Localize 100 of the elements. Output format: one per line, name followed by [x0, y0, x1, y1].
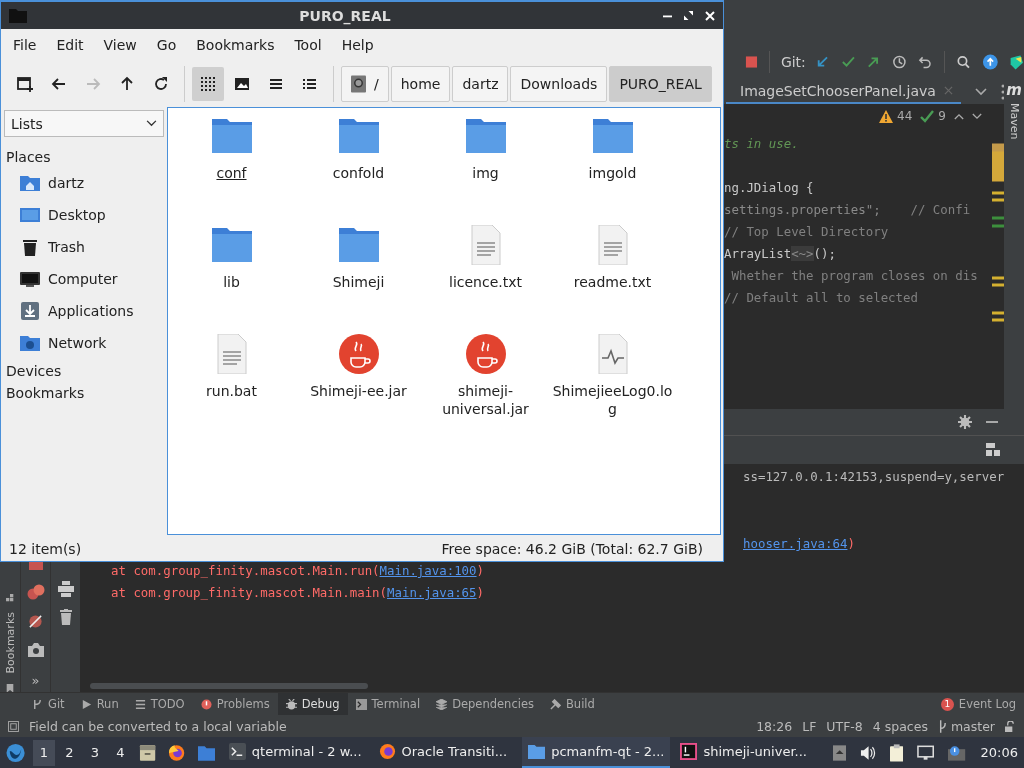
restore-icon[interactable] [684, 11, 693, 20]
place-item[interactable]: dartz [4, 167, 164, 199]
path-button[interactable]: PURO_REAL [609, 66, 712, 102]
code-line: // Default all to selected [724, 289, 918, 308]
stop-icon[interactable] [745, 54, 758, 69]
status-message: Field can be converted to a local variable [29, 718, 287, 734]
history-icon[interactable] [892, 53, 907, 70]
browser-icon[interactable] [168, 743, 186, 762]
folder-entry[interactable]: lib [168, 225, 295, 334]
folder-icon[interactable] [197, 744, 215, 761]
reload-icon [153, 76, 169, 92]
status-item[interactable]: UTF-8 [826, 718, 863, 734]
alert-icon [200, 698, 212, 710]
mute-breakpoints-icon[interactable] [28, 614, 43, 630]
plugin-logo-icon[interactable] [1009, 52, 1024, 71]
path-button[interactable]: home [390, 66, 451, 102]
tool-window-tab[interactable]: Git [24, 693, 73, 716]
desktop-switch[interactable]: 2 [58, 739, 81, 766]
path-button[interactable]: / [341, 66, 389, 102]
upload-icon[interactable] [981, 52, 999, 71]
section-heading[interactable]: Devices [4, 359, 164, 381]
tool-window-tab[interactable]: Build [541, 693, 603, 716]
document-entry[interactable]: readme.txt [549, 225, 676, 334]
archive-entry[interactable]: Shimeji-ee.jar [295, 334, 422, 443]
place-item[interactable]: Network [4, 327, 164, 359]
log-entry[interactable]: ShimejieeLog0.log [549, 334, 676, 443]
menu-item[interactable]: View [93, 33, 147, 57]
bookmarks-tool-tab[interactable]: Bookmarks [3, 612, 17, 674]
tool-window-tab[interactable]: TODO [126, 693, 193, 716]
menu-item[interactable]: Tool [284, 33, 332, 57]
tool-window-tab[interactable]: Dependencies [428, 693, 542, 716]
hammer-icon [549, 698, 561, 710]
place-item[interactable]: Applications [4, 295, 164, 327]
side-pane-dropdown[interactable]: Lists [4, 110, 164, 137]
breakpoints-icon[interactable] [26, 584, 45, 601]
desktop-switch[interactable]: 3 [84, 739, 106, 766]
folder-entry[interactable]: imgold [549, 116, 676, 225]
place-item[interactable]: Desktop [4, 199, 164, 231]
status-item[interactable]: 18:26 [756, 718, 793, 734]
place-item[interactable]: Computer [4, 263, 164, 295]
vcs-label: Git: [780, 53, 806, 70]
folder-entry[interactable]: Shimeji [295, 225, 422, 334]
status-item[interactable]: 4 spaces [872, 718, 928, 734]
tool-window-tab[interactable]: Debug [277, 693, 348, 716]
desktop-switch[interactable]: 4 [109, 739, 132, 766]
code-line: // Top Level Directory [724, 223, 889, 242]
event-log-button[interactable]: 1 Event Log [932, 693, 1024, 716]
camera-icon[interactable] [27, 643, 44, 658]
chevron-down-icon[interactable] [974, 87, 987, 96]
lock-icon[interactable] [1005, 720, 1016, 732]
file-cabinet-icon[interactable] [139, 743, 157, 762]
clipboard-icon[interactable] [889, 743, 904, 762]
start-menu-icon[interactable] [6, 742, 26, 763]
chevron-up-icon[interactable] [954, 112, 964, 120]
tool-window-tab[interactable]: Run [72, 693, 127, 716]
menu-item[interactable]: File [3, 33, 47, 57]
section-heading[interactable]: Bookmarks [4, 381, 164, 403]
tray-expand-icon[interactable] [833, 744, 847, 761]
desktop-switch[interactable]: 1 [33, 739, 55, 766]
panel-toggle-icon[interactable] [8, 720, 19, 732]
status-item[interactable]: LF [802, 718, 817, 734]
layout-icon[interactable] [986, 443, 1000, 458]
stop-icon[interactable] [28, 562, 43, 571]
taskbar-task[interactable]: shimeji-univer... [674, 737, 821, 768]
scrollbar[interactable] [90, 683, 368, 690]
tool-window-tab[interactable]: Terminal [347, 693, 429, 716]
volume-icon[interactable] [860, 744, 876, 761]
place-item[interactable]: Trash [4, 231, 164, 263]
taskbar-task[interactable]: pcmanfm-qt - 2... [522, 737, 671, 768]
folder-entry[interactable]: conf [168, 116, 295, 225]
more-icon[interactable] [1000, 83, 1005, 100]
menu-item[interactable]: Edit [46, 33, 94, 57]
menu-item[interactable]: Go [146, 33, 187, 57]
trash-icon[interactable] [59, 609, 72, 626]
weak-warning-icon [920, 109, 935, 124]
notification-icon[interactable] [948, 744, 966, 761]
icon-view-button[interactable] [192, 67, 224, 101]
path-button[interactable]: Downloads [510, 66, 608, 102]
taskbar-task[interactable]: qterminal - 2 w... [222, 737, 369, 768]
section-heading[interactable]: Places [4, 145, 164, 167]
document-entry[interactable]: run.bat [168, 334, 295, 443]
path-button[interactable]: dartz [452, 66, 509, 102]
menu-item[interactable]: Bookmarks [186, 33, 285, 57]
folder-entry[interactable]: img [422, 116, 549, 225]
folder-entry[interactable]: confold [295, 116, 422, 225]
taskbar-task[interactable]: Oracle Transiti... [372, 737, 519, 768]
printer-icon[interactable] [57, 581, 74, 598]
chevron-down-icon[interactable] [972, 112, 982, 120]
search-icon[interactable] [955, 53, 971, 70]
menu-item[interactable]: Help [331, 33, 384, 57]
m-logo[interactable]: m [1006, 81, 1022, 100]
branch-widget[interactable]: master [937, 718, 995, 734]
structure-icon[interactable] [4, 594, 16, 603]
maven-tool-tab[interactable]: Maven [1007, 103, 1021, 140]
settings-icon[interactable] [958, 415, 972, 430]
network-icon[interactable] [917, 744, 935, 761]
document-entry[interactable]: licence.txt [422, 225, 549, 334]
more-tools-button[interactable]: » [31, 673, 40, 689]
tool-window-tab[interactable]: Problems [192, 693, 278, 716]
archive-entry[interactable]: shimeji-universal.jar [422, 334, 549, 443]
